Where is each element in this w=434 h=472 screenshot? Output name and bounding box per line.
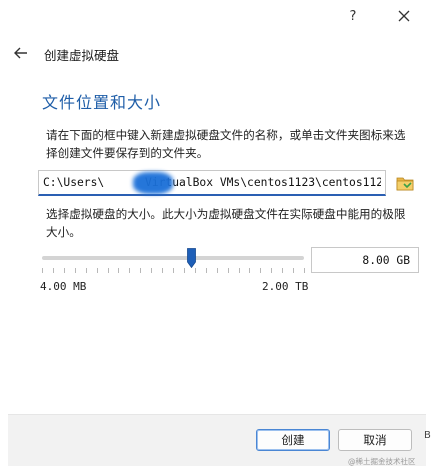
disk-size-input[interactable] — [311, 247, 419, 273]
watermark: @稀土掘金技术社区 — [348, 457, 416, 466]
slider-tick — [195, 268, 196, 273]
title-bar: ? — [0, 0, 434, 32]
file-path-input[interactable] — [38, 170, 386, 196]
wizard-header: 创建虚拟硬盘 — [0, 36, 434, 70]
slider-tick — [228, 268, 229, 273]
slider-tick — [97, 268, 98, 273]
close-button[interactable] — [389, 4, 419, 28]
size-description: 选择虚拟硬盘的大小。此大小为虚拟硬盘文件在实际硬盘中能用的极限大小。 — [46, 207, 406, 239]
min-size-label: 4.00 MB — [40, 280, 87, 293]
create-button[interactable]: 创建 — [256, 429, 330, 451]
help-label: ? — [349, 8, 357, 24]
slider-track — [42, 256, 304, 260]
slider-tick — [151, 268, 152, 273]
folder-icon — [396, 177, 414, 191]
slider-tick — [206, 268, 207, 273]
location-description: 请在下面的框中键入新建虚拟硬盘文件的名称，或单击文件夹图标来选择创建文件要保存到… — [46, 128, 406, 160]
slider-tick — [173, 268, 174, 273]
location-row — [38, 170, 430, 196]
back-button[interactable] — [10, 42, 32, 64]
arrow-left-icon — [14, 47, 27, 59]
slider-tick — [217, 268, 218, 273]
slider-tick — [249, 268, 250, 273]
slider-tick — [239, 268, 240, 273]
slider-tick — [108, 268, 109, 273]
slider-tick — [184, 268, 185, 273]
slider-handle[interactable] — [187, 248, 196, 269]
size-slider[interactable] — [38, 246, 306, 276]
slider-tick — [282, 268, 283, 273]
create-virtual-disk-dialog: ? 创建虚拟硬盘 文件位置和大小 请在下面的框中键入新建虚拟硬盘文件的名称，或单… — [0, 0, 434, 472]
slider-tick — [271, 268, 272, 273]
section-title: 文件位置和大小 — [42, 93, 162, 112]
slider-tick — [42, 268, 43, 273]
slider-tick — [129, 268, 130, 273]
edge-text: B — [424, 430, 431, 441]
slider-tick — [293, 268, 294, 273]
slider-tick — [75, 268, 76, 273]
slider-tick — [118, 268, 119, 273]
help-button[interactable]: ? — [338, 4, 368, 28]
max-size-label: 2.00 TB — [262, 280, 309, 293]
slider-tick — [64, 268, 65, 273]
slider-tick — [86, 268, 87, 273]
slider-tick — [162, 268, 163, 273]
slider-tick — [140, 268, 141, 273]
cancel-button[interactable]: 取消 — [338, 429, 412, 451]
close-icon — [398, 10, 410, 22]
wizard-title: 创建虚拟硬盘 — [44, 48, 120, 63]
redacted-username — [133, 172, 173, 194]
slider-tick — [304, 268, 305, 273]
slider-ticks — [42, 268, 305, 273]
choose-folder-button[interactable] — [394, 172, 416, 194]
slider-tick — [260, 268, 261, 273]
slider-tick — [53, 268, 54, 273]
